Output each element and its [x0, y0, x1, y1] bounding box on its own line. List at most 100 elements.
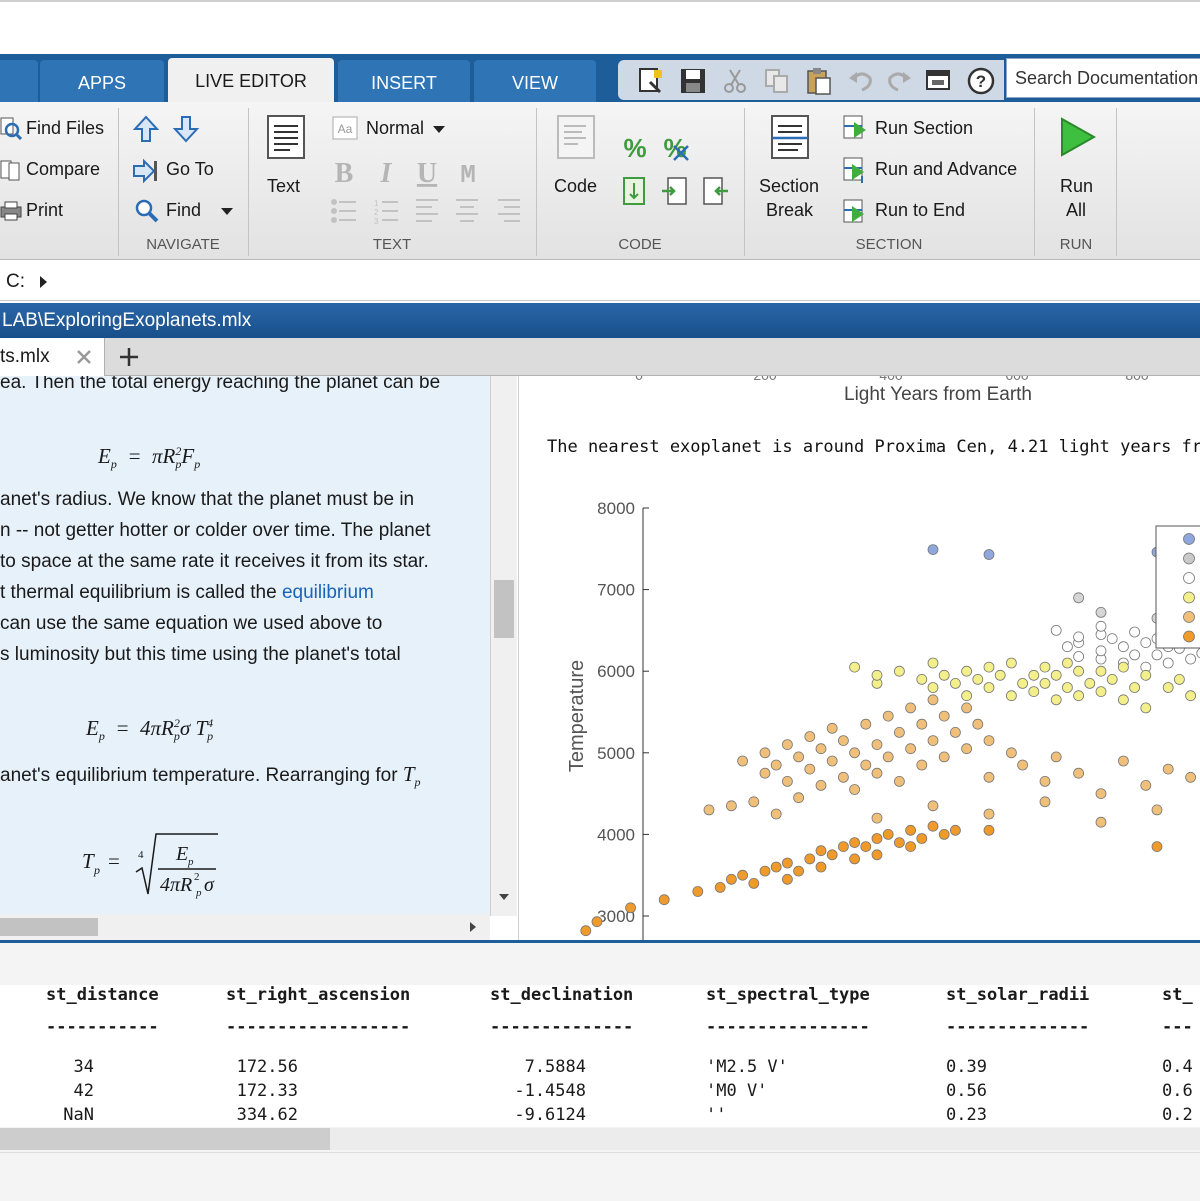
run-group-label: RUN — [1059, 236, 1093, 253]
current-folder-bar[interactable]: C: — [0, 262, 1200, 301]
find-chevron-down-icon[interactable] — [220, 206, 234, 216]
text-button[interactable]: Text — [267, 176, 300, 197]
cut-icon[interactable] — [720, 66, 750, 96]
search-documentation-input[interactable]: Search Documentation — [1006, 58, 1200, 98]
text-block-icon — [267, 115, 305, 159]
code-button[interactable]: Code — [554, 176, 597, 197]
data-point — [983, 682, 995, 693]
new-tab-plus-icon[interactable] — [118, 346, 140, 368]
run-and-advance-button[interactable]: Run and Advance — [875, 159, 1017, 180]
bold-icon[interactable]: B — [335, 158, 354, 189]
scroll-right-arrow-icon[interactable] — [468, 921, 478, 933]
table-cell: 0.23 — [946, 1105, 987, 1125]
run-section-button[interactable]: Run Section — [875, 118, 973, 139]
data-point — [983, 549, 995, 560]
y-tick-label: 7000 — [597, 581, 635, 600]
bulleted-list-icon[interactable] — [331, 199, 356, 223]
table-cell: 0.4 — [1162, 1057, 1193, 1077]
table-cell: 0.39 — [946, 1057, 987, 1077]
wrap-comments-icon[interactable] — [620, 176, 648, 206]
help-icon[interactable]: ? — [966, 66, 996, 96]
data-point — [1073, 651, 1084, 662]
print-button[interactable]: Print — [26, 200, 63, 221]
text-pane-vertical-scrollbar[interactable] — [490, 376, 517, 916]
style-chevron-down-icon[interactable] — [432, 124, 446, 134]
data-point — [837, 771, 849, 783]
data-point — [1050, 669, 1062, 681]
data-point — [826, 849, 838, 861]
data-point — [983, 824, 995, 836]
run-to-end-button[interactable]: Run to End — [875, 200, 965, 221]
data-point — [938, 751, 950, 763]
table-horizontal-scrollbar[interactable] — [0, 1128, 1200, 1150]
document-tab[interactable]: ts.mlx — [0, 338, 105, 376]
svg-text:800: 800 — [1125, 376, 1149, 383]
switch-windows-icon[interactable] — [924, 66, 954, 96]
comment-icon[interactable]: % — [620, 132, 650, 162]
scroll-down-arrow-icon[interactable] — [498, 892, 510, 902]
tab-apps[interactable]: APPS — [40, 60, 164, 102]
copy-icon[interactable] — [762, 66, 792, 96]
section-up-icon[interactable] — [132, 114, 160, 144]
legend-marker — [1183, 552, 1195, 565]
indent-icon[interactable] — [660, 176, 688, 206]
uncomment-icon[interactable]: % — [660, 132, 690, 162]
tab-view[interactable]: VIEW — [474, 60, 596, 102]
go-to-button[interactable]: Go To — [166, 159, 214, 180]
data-point — [927, 657, 939, 669]
decrease-indent-icon[interactable] — [702, 176, 730, 206]
data-point — [927, 800, 939, 812]
underline-icon[interactable]: U — [417, 158, 437, 189]
path-chevron-right-icon[interactable] — [38, 275, 48, 289]
find-button[interactable]: Find — [166, 200, 201, 221]
data-point — [658, 894, 670, 906]
italic-icon[interactable]: I — [380, 158, 393, 189]
paste-icon[interactable] — [804, 66, 834, 96]
run-all-button[interactable]: Run — [1060, 176, 1093, 197]
data-point — [1005, 690, 1017, 702]
data-point — [725, 873, 737, 885]
text-style-dropdown[interactable]: Normal — [366, 118, 424, 139]
data-point — [961, 690, 973, 702]
data-point — [759, 767, 771, 779]
table-column-header: st_right_ascension — [226, 985, 411, 1005]
text-pane-horizontal-scrollbar[interactable] — [0, 914, 490, 940]
align-left-icon[interactable] — [416, 199, 438, 222]
data-point — [703, 804, 715, 816]
temperature-scatter-chart[interactable]: 300040005000600070008000 Temperature — [519, 476, 1200, 940]
tab-insert[interactable]: INSERT — [338, 60, 470, 102]
y-tick-label: 6000 — [597, 662, 635, 681]
align-center-icon[interactable] — [456, 199, 478, 222]
table-cell: 34 — [73, 1057, 94, 1077]
section-break-button[interactable]: Section — [759, 176, 819, 197]
section-down-icon[interactable] — [172, 114, 200, 144]
compare-button[interactable]: Compare — [26, 159, 100, 180]
tab-home[interactable] — [0, 60, 38, 102]
numbered-list-icon[interactable]: 123 — [374, 199, 398, 226]
tab-live-editor[interactable]: LIVE EDITOR — [168, 58, 334, 102]
vertical-scroll-thumb[interactable] — [494, 580, 514, 638]
data-point — [927, 735, 939, 747]
align-right-icon[interactable] — [498, 199, 520, 222]
find-files-button[interactable]: Find Files — [26, 118, 104, 139]
table-cell: -9.6124 — [514, 1105, 586, 1125]
document-tab-name: ts.mlx — [0, 346, 50, 367]
new-script-icon[interactable] — [636, 66, 666, 96]
equilibrium-link[interactable]: equilibrium — [282, 582, 374, 603]
monospace-icon[interactable]: M — [460, 160, 476, 190]
close-tab-icon[interactable] — [76, 349, 92, 365]
data-point — [1162, 657, 1174, 669]
horizontal-scroll-thumb[interactable] — [0, 918, 98, 936]
data-point — [1140, 779, 1152, 791]
run-section-icon — [843, 115, 866, 139]
redo-icon[interactable] — [884, 66, 914, 96]
data-point — [1118, 694, 1129, 706]
table-scroll-thumb[interactable] — [0, 1128, 330, 1150]
table-cell: 172.33 — [236, 1081, 298, 1101]
undo-icon[interactable] — [846, 66, 876, 96]
data-point — [849, 661, 861, 673]
data-point — [893, 775, 905, 787]
svg-text:4πR: 4πR — [160, 874, 192, 896]
live-script-text-pane[interactable]: ea. Then the total energy reaching the p… — [0, 376, 490, 916]
save-icon[interactable] — [678, 66, 708, 96]
